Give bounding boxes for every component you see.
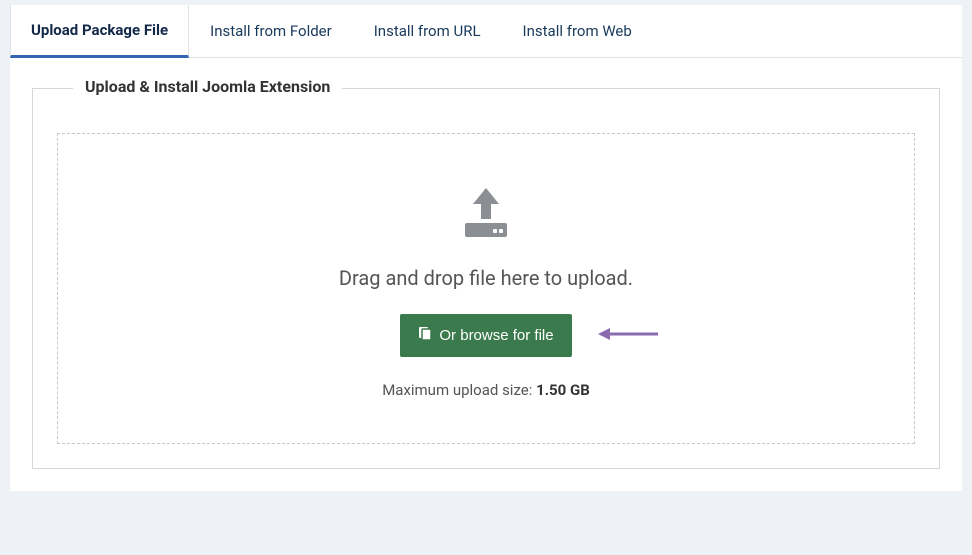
browse-button-label: Or browse for file [439, 327, 553, 344]
fieldset-legend: Upload & Install Joomla Extension [73, 77, 342, 96]
upload-icon [453, 186, 519, 246]
tab-upload-package[interactable]: Upload Package File [10, 5, 189, 58]
tab-install-web[interactable]: Install from Web [502, 5, 653, 57]
max-upload-size: Maximum upload size: 1.50 GB [78, 381, 894, 399]
arrow-annotation [596, 326, 660, 346]
tab-install-folder[interactable]: Install from Folder [189, 5, 353, 57]
drag-text: Drag and drop file here to upload. [78, 266, 894, 290]
tab-install-url[interactable]: Install from URL [353, 5, 502, 57]
max-size-value: 1.50 GB [536, 381, 590, 399]
upload-fieldset: Upload & Install Joomla Extension Drag a… [32, 88, 940, 469]
tabs-bar: Upload Package File Install from Folder … [10, 5, 962, 58]
max-size-label: Maximum upload size: [382, 381, 536, 399]
drop-zone[interactable]: Drag and drop file here to upload. Or br… [57, 133, 915, 444]
browse-button[interactable]: Or browse for file [400, 314, 571, 357]
file-icon [418, 326, 433, 345]
